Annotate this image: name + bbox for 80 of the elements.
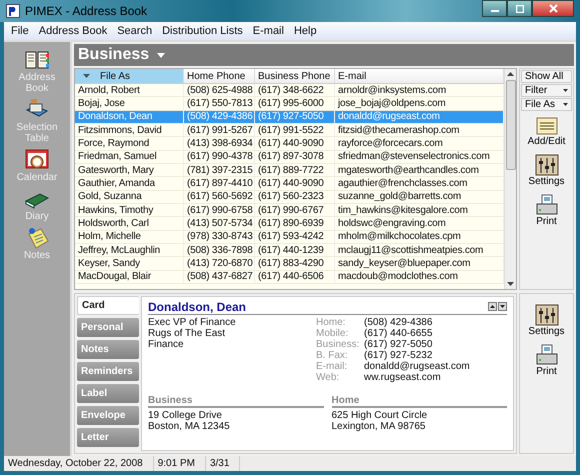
menu-item[interactable]: File <box>6 25 34 37</box>
menu-item[interactable]: Distribution Lists <box>157 25 248 37</box>
card-line: Exec VP of Finance <box>148 317 237 328</box>
table-row[interactable]: MacDougal, Blair (508) 437-6827 (617) 440-6506 macdoub@modclothes.com <box>75 270 504 284</box>
show-all-button[interactable]: Show All <box>521 70 572 83</box>
field-value: ww.rugseast.com <box>364 372 442 383</box>
field-label: E-mail: <box>316 361 348 372</box>
menu-item[interactable]: E-mail <box>248 25 289 37</box>
dropdown[interactable]: File As <box>521 98 572 111</box>
card-icon <box>534 116 558 136</box>
address-line: 625 High Court Circle <box>332 410 428 421</box>
table-row[interactable]: Jeffrey, McLaughlin (508) 336-7898 (617) 440-1239 mclaugj11@scottishmeatpies.com <box>75 244 504 258</box>
table-row[interactable]: Arnold, Robert (508) 625-4988 (617) 348-6622 arnoldr@inksystems.com <box>75 84 504 98</box>
field-value: (508) 429-4386 <box>364 317 434 328</box>
table-row[interactable]: Force, Raymond (413) 398-6934 (617) 440-9090 rayforce@forcecars.com <box>75 137 504 151</box>
scroll-up-icon[interactable] <box>507 72 514 76</box>
table-row[interactable]: Keyser, Sandy (413) 720-6870 (617) 883-4290 sandy_keyser@bluepaper.com <box>75 257 504 271</box>
sliders-icon <box>534 154 558 176</box>
table-row[interactable]: Fitzsimmons, David (617) 991-5267 (617) 991-5522 fitzsid@thecamerashop.com <box>75 124 504 138</box>
table-row[interactable]: Holdsworth, Carl (413) 507-5734 (617) 890-6939 holdswc@engraving.com <box>75 217 504 231</box>
menu-item[interactable]: Help <box>288 25 322 37</box>
field-label: Web: <box>316 372 340 383</box>
window-title: PIMEX - Address Book <box>25 4 148 18</box>
status-text: 3/31 <box>206 456 240 471</box>
address-line: Lexington, MA 98765 <box>332 421 426 432</box>
address-line: 19 College Drive <box>148 410 223 421</box>
close-button[interactable] <box>532 0 574 17</box>
status-text: 9:01 PM <box>154 456 206 471</box>
table-row[interactable]: Gauthier, Amanda (617) 897-4410 (617) 440-9090 agauthier@frenchclasses.com <box>75 177 504 191</box>
section-title: Business <box>148 395 324 408</box>
card-line: Rugs of The East <box>148 328 226 339</box>
table-row[interactable]: Gold, Suzanna (617) 560-5692 (617) 560-2323 suzanne_gold@barretts.com <box>75 190 504 204</box>
section-title: Home <box>332 395 507 408</box>
caret-icon[interactable] <box>157 52 166 58</box>
field-value: (617) 927-5050 <box>364 339 434 350</box>
field-label: Business: <box>316 339 360 350</box>
app-icon <box>6 4 20 18</box>
tool-button[interactable]: Settings <box>521 152 572 189</box>
table-row[interactable]: Hawkins, Timothy (617) 990-6758 (617) 990-6767 tim_hawkins@kitesgalore.com <box>75 204 504 218</box>
table-row[interactable]: Holm, Michelle (978) 330-8743 (617) 593-4242 mholm@milkchocolates.cpm <box>75 230 504 244</box>
tool-button[interactable]: Settings <box>521 302 572 339</box>
scroll-down-icon[interactable] <box>507 282 514 286</box>
view-title: Business <box>78 46 150 64</box>
down-icon <box>500 305 505 308</box>
tool-button[interactable]: Print <box>521 192 572 229</box>
previous-button[interactable] <box>488 302 497 311</box>
next-button[interactable] <box>498 302 507 311</box>
up-icon <box>490 305 495 308</box>
caret-icon <box>563 103 568 106</box>
printer-icon <box>534 194 558 216</box>
field-label: Mobile: <box>316 328 350 339</box>
contact-name: Donaldson, Dean <box>148 300 246 314</box>
maximize-icon <box>516 4 524 12</box>
status-text: Wednesday, October 22, 2008 <box>4 456 154 471</box>
table-row[interactable]: Friedman, Samuel (617) 990-4378 (617) 897-3078 sfriedman@stevenselectronics.com <box>75 150 504 164</box>
address-line: Boston, MA 12345 <box>148 421 231 432</box>
sliders-icon <box>534 304 558 326</box>
printer-icon <box>534 344 558 366</box>
column-header[interactable]: Business Phone <box>255 69 335 83</box>
maximize-button[interactable] <box>507 0 532 17</box>
field-label: Home: <box>316 317 346 328</box>
field-value: (617) 440-6655 <box>364 328 434 339</box>
field-value: (617) 927-5232 <box>364 350 434 361</box>
card-line: Finance <box>148 339 185 350</box>
field-value: donaldd@rugseast.com <box>364 361 470 372</box>
tool-button[interactable]: Print <box>521 342 572 379</box>
minimize-button[interactable] <box>482 0 507 17</box>
caret-icon <box>563 89 568 92</box>
tool-button[interactable]: Add/Edit <box>521 114 572 149</box>
column-header[interactable]: Home Phone <box>184 69 255 83</box>
menu-item[interactable]: Search <box>112 25 158 37</box>
field-label: B. Fax: <box>316 350 349 361</box>
tab[interactable]: Card <box>77 296 139 315</box>
menu-item[interactable]: Address Book <box>34 25 112 37</box>
column-header[interactable]: File As <box>75 69 184 83</box>
table-row[interactable]: Gatesworth, Mary (781) 397-2315 (617) 889-7722 mgatesworth@earthcandles.com <box>75 164 504 178</box>
dropdown[interactable]: Filter <box>521 84 572 97</box>
scrollbar[interactable] <box>504 69 516 289</box>
sort-icon <box>83 74 90 78</box>
close-icon <box>548 4 558 13</box>
